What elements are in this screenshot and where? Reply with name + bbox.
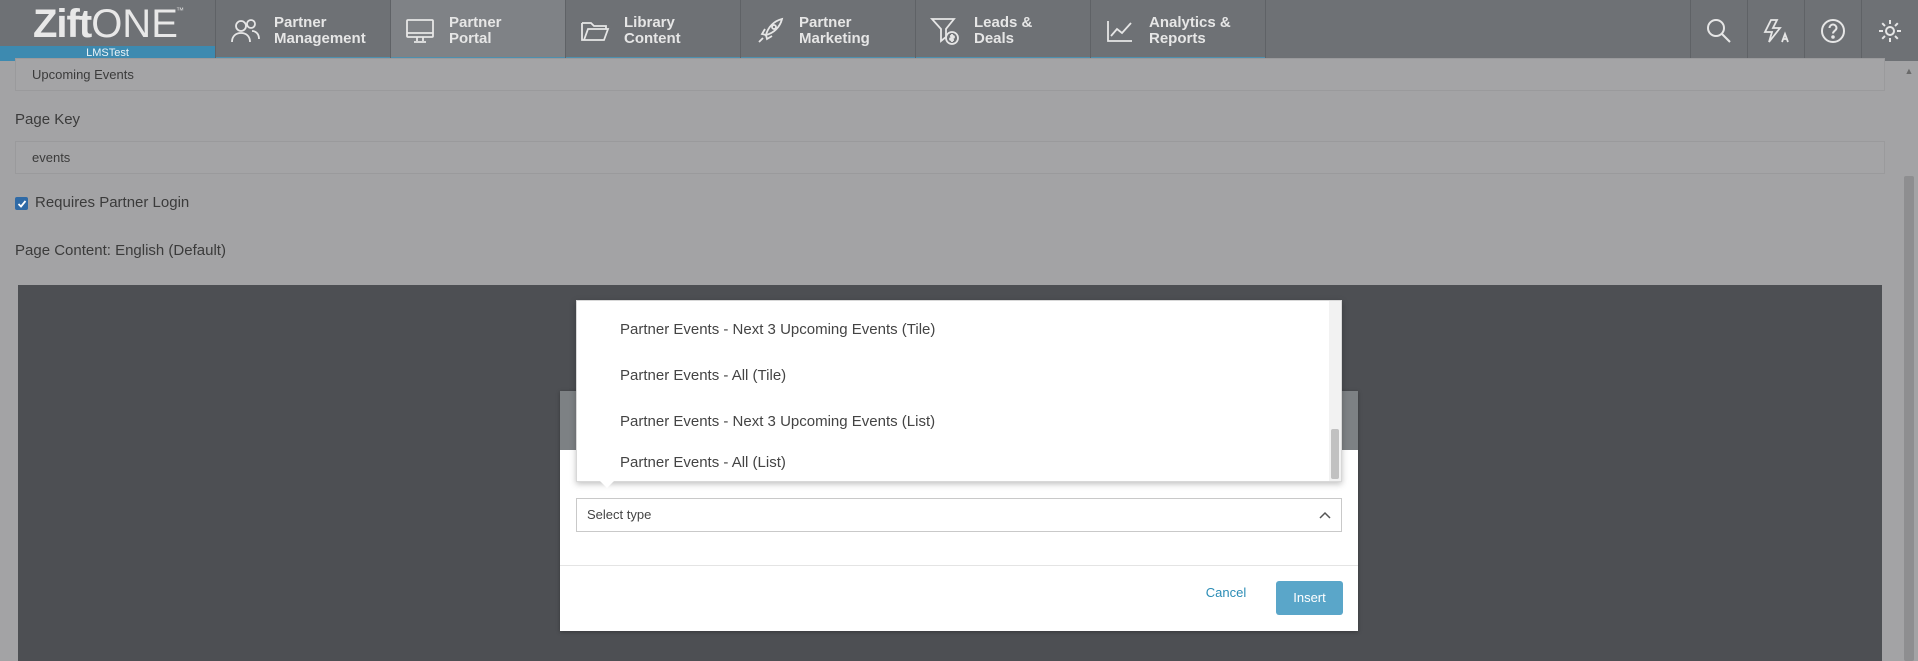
type-dropdown-list: Partner Events - Next 3 Upcoming Events … xyxy=(576,300,1342,482)
people-icon xyxy=(228,14,262,48)
monitor-icon xyxy=(403,14,437,48)
nav-label: Partner Management xyxy=(274,13,366,47)
page-scrollbar-thumb[interactable] xyxy=(1904,176,1914,661)
type-select[interactable]: Select type xyxy=(576,498,1342,532)
type-select-placeholder: Select type xyxy=(587,507,652,522)
dialog-divider xyxy=(560,565,1358,566)
help-icon xyxy=(1821,18,1845,43)
funnel-dollar-icon xyxy=(928,14,962,48)
dropdown-scrollbar-thumb[interactable] xyxy=(1331,429,1339,479)
settings-button[interactable] xyxy=(1861,0,1918,61)
top-navigation-bar: ZiftONE ™ LMSTest Partner Management Par… xyxy=(0,0,1918,61)
scroll-up-arrow[interactable]: ▲ xyxy=(1904,66,1914,76)
page-content-label: Page Content: English (Default) xyxy=(15,242,226,259)
nav-label: Partner Portal xyxy=(449,13,502,47)
requires-login-checkbox[interactable] xyxy=(15,197,28,210)
dropdown-caret xyxy=(598,479,616,488)
page-name-field[interactable]: Upcoming Events xyxy=(15,58,1885,91)
translate-button[interactable] xyxy=(1747,0,1804,61)
dropdown-option[interactable]: Partner Events - Next 3 Upcoming Events … xyxy=(577,307,1327,353)
nav-library-content[interactable]: Library Content xyxy=(566,0,741,61)
logo-trademark: ™ xyxy=(176,6,184,15)
nav-analytics-reports[interactable]: Analytics & Reports xyxy=(1091,0,1266,61)
nav-label: Analytics & Reports xyxy=(1149,13,1231,47)
search-button[interactable] xyxy=(1690,0,1747,61)
dropdown-scrollbar[interactable] xyxy=(1329,301,1341,481)
insert-button[interactable]: Insert xyxy=(1276,581,1343,615)
check-icon xyxy=(17,199,26,208)
nav-label: Partner Marketing xyxy=(799,13,870,47)
folder-icon xyxy=(578,14,612,48)
page-key-field[interactable]: events xyxy=(15,141,1885,174)
dropdown-option[interactable]: Partner Events - All (Tile) xyxy=(577,353,1327,399)
translate-icon xyxy=(1763,18,1789,43)
help-button[interactable] xyxy=(1804,0,1861,61)
logo-main-text: Zift xyxy=(33,2,92,46)
nav-label: Library Content xyxy=(624,13,681,47)
dropdown-option[interactable]: Partner Events - Next 3 Upcoming Events … xyxy=(577,399,1327,445)
nav-partner-management[interactable]: Partner Management xyxy=(216,0,391,61)
logo-one-text: ONE xyxy=(91,2,178,46)
dropdown-option[interactable]: Partner Events - All (List) xyxy=(577,445,1327,481)
nav-partner-marketing[interactable]: Partner Marketing xyxy=(741,0,916,61)
nav-label: Leads & Deals xyxy=(974,13,1033,47)
requires-login-label: Requires Partner Login xyxy=(35,194,190,211)
search-icon xyxy=(1707,18,1731,43)
ziftone-logo[interactable]: ZiftONE ™ LMSTest xyxy=(0,0,216,61)
page-key-label: Page Key xyxy=(15,111,81,128)
nav-partner-portal[interactable]: Partner Portal xyxy=(391,0,566,61)
gear-icon xyxy=(1879,19,1901,42)
toolbar-right xyxy=(1690,0,1918,61)
cancel-button[interactable]: Cancel xyxy=(1200,581,1252,605)
rocket-icon xyxy=(753,14,787,48)
line-chart-icon xyxy=(1103,14,1137,48)
nav-leads-deals[interactable]: Leads & Deals xyxy=(916,0,1091,61)
chevron-up-icon xyxy=(1317,499,1333,531)
